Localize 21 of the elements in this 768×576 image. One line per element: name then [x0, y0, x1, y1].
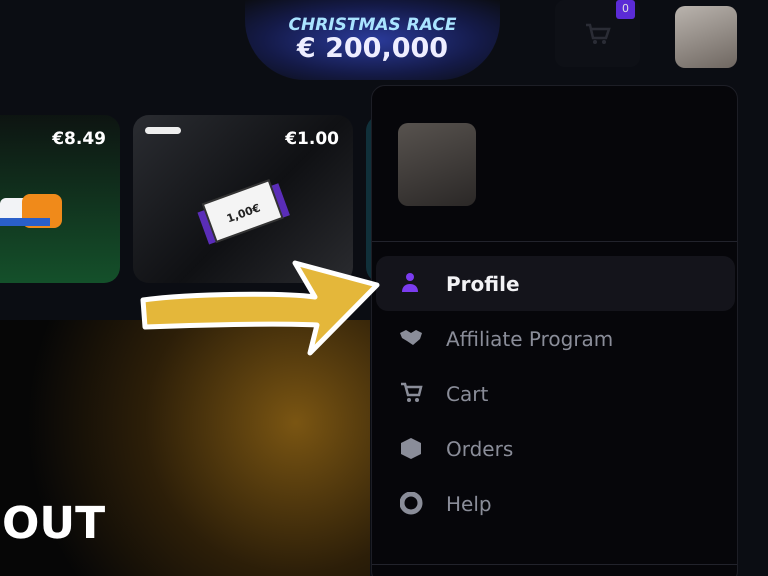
- promo-banner[interactable]: OUT: [0, 320, 370, 576]
- price-label: €8.49: [52, 128, 106, 151]
- product-card[interactable]: €8.49: [0, 115, 120, 283]
- cart-icon: [400, 382, 424, 405]
- menu-item[interactable]: Profile: [376, 256, 735, 311]
- price-label: €1.00: [285, 128, 339, 151]
- cart-count-badge: 0: [616, 0, 635, 18]
- promo-headline: OUT: [2, 502, 106, 546]
- box-icon: [400, 437, 424, 460]
- voucher-value: 1,00€: [224, 201, 262, 226]
- menu-item[interactable]: Cart: [376, 366, 735, 421]
- banner-amount: € 200,000: [296, 35, 448, 64]
- cart-icon: [584, 22, 610, 44]
- menu-item[interactable]: Affiliate Program: [376, 311, 735, 366]
- product-card[interactable]: €1.00 1,00€: [133, 115, 353, 283]
- card-pill-marker: [145, 127, 181, 134]
- banner-title: CHRISTMAS RACE: [288, 16, 456, 36]
- menu-item[interactable]: Help: [376, 476, 735, 531]
- race-banner[interactable]: CHRISTMAS RACE € 200,000: [245, 0, 500, 80]
- menu-item[interactable]: Orders: [376, 421, 735, 476]
- avatar[interactable]: [675, 6, 737, 68]
